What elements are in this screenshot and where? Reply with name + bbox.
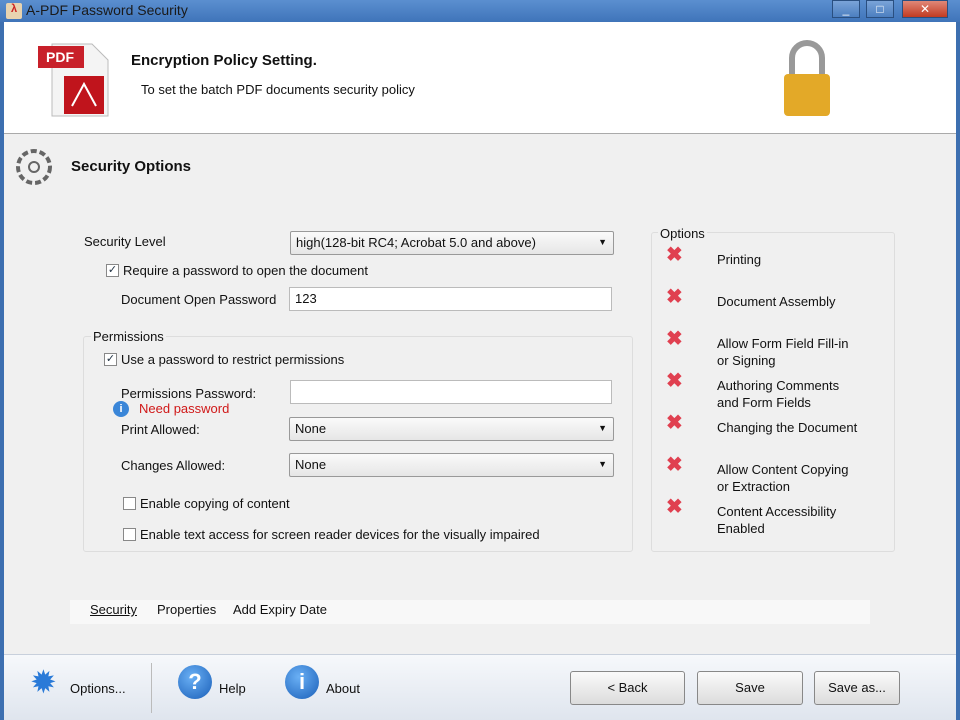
permissions-password-input[interactable] xyxy=(290,380,612,404)
open-password-input[interactable]: 123 xyxy=(289,287,612,311)
permissions-password-label: Permissions Password: xyxy=(121,386,257,401)
header-title: Encryption Policy Setting. xyxy=(131,52,317,69)
back-button[interactable]: < Back xyxy=(570,671,685,705)
save-button[interactable]: Save xyxy=(697,671,803,705)
section-title: Security Options xyxy=(71,158,192,175)
tab-bar: Security Properties Add Expiry Date xyxy=(70,600,870,624)
option-item: Authoring Comments and Form Fields xyxy=(717,377,839,411)
enable-screen-reader-label: Enable text access for screen reader dev… xyxy=(140,527,540,542)
option-item: Printing xyxy=(717,251,761,268)
changes-allowed-label: Changes Allowed: xyxy=(121,458,226,473)
denied-x-icon: ✖ xyxy=(666,370,683,392)
help-icon[interactable]: ? xyxy=(178,665,212,699)
denied-x-icon: ✖ xyxy=(666,412,683,434)
password-error: Need password xyxy=(139,401,230,416)
denied-x-icon: ✖ xyxy=(666,454,683,476)
denied-x-icon: ✖ xyxy=(666,286,683,308)
window-title: A-PDF Password Security xyxy=(26,2,188,18)
enable-copying-label: Enable copying of content xyxy=(140,496,290,511)
security-level-select[interactable]: high(128-bit RC4; Acrobat 5.0 and above) xyxy=(290,231,614,255)
denied-x-icon: ✖ xyxy=(666,244,683,266)
option-item-line1: Allow Content Copying xyxy=(717,462,849,477)
use-permissions-password-label: Use a password to restrict permissions xyxy=(121,352,345,367)
tab-add-expiry-date[interactable]: Add Expiry Date xyxy=(233,602,327,617)
pdf-icon: PDF xyxy=(38,43,109,117)
print-allowed-select[interactable]: None xyxy=(289,417,614,441)
option-item: Content Accessibility Enabled xyxy=(717,503,836,537)
options-button[interactable]: Options... xyxy=(70,681,126,696)
svg-text:PDF: PDF xyxy=(46,49,74,65)
toolbar-divider xyxy=(151,663,152,713)
close-button[interactable]: ✕ xyxy=(902,0,948,18)
denied-x-icon: ✖ xyxy=(666,496,683,518)
enable-screen-reader-checkbox[interactable] xyxy=(123,528,136,541)
title-bar: λ A-PDF Password Security _ □ ✕ xyxy=(0,0,960,22)
info-icon: i xyxy=(113,401,129,417)
option-item-line2: or Signing xyxy=(717,353,776,368)
enable-copying-checkbox[interactable] xyxy=(123,497,136,510)
option-item: Allow Content Copying or Extraction xyxy=(717,461,849,495)
security-level-label: Security Level xyxy=(84,234,166,249)
option-item-line1: Changing the Document xyxy=(717,420,858,435)
permissions-group-title: Permissions xyxy=(91,329,166,344)
permissions-group xyxy=(83,336,633,552)
option-item-line1: Printing xyxy=(717,252,762,267)
option-item-line1: Authoring Comments xyxy=(717,378,840,393)
main-window: PDF Encryption Policy Setting. To set th… xyxy=(4,22,956,720)
gear-icon xyxy=(16,149,52,185)
lock-icon xyxy=(784,40,830,116)
save-as-button[interactable]: Save as... xyxy=(814,671,900,705)
use-permissions-password-checkbox[interactable]: ✓ xyxy=(104,353,117,366)
option-item: Changing the Document xyxy=(717,419,857,436)
bottom-toolbar: ✹ Options... ? Help i About < Back Save … xyxy=(4,654,956,720)
require-open-password-label: Require a password to open the document xyxy=(123,263,368,278)
tab-properties[interactable]: Properties xyxy=(157,602,216,617)
options-gear-icon[interactable]: ✹ xyxy=(30,665,57,699)
about-icon[interactable]: i xyxy=(285,665,319,699)
print-allowed-label: Print Allowed: xyxy=(121,422,200,437)
option-item: Allow Form Field Fill-in or Signing xyxy=(717,335,848,369)
app-icon: λ xyxy=(6,3,22,19)
tab-security[interactable]: Security xyxy=(90,602,137,617)
minimize-button[interactable]: _ xyxy=(832,0,860,18)
header: PDF Encryption Policy Setting. To set th… xyxy=(4,22,956,134)
changes-allowed-select[interactable]: None xyxy=(289,453,614,477)
option-item-line2: and Form Fields xyxy=(717,395,811,410)
option-item-line2: Enabled xyxy=(717,521,765,536)
about-button[interactable]: About xyxy=(326,681,360,696)
require-open-password-checkbox[interactable]: ✓ xyxy=(106,264,119,277)
maximize-button[interactable]: □ xyxy=(866,0,894,18)
option-item-line1: Allow Form Field Fill-in xyxy=(717,336,849,351)
denied-x-icon: ✖ xyxy=(666,328,683,350)
option-item: Document Assembly xyxy=(717,293,836,310)
help-button[interactable]: Help xyxy=(219,681,246,696)
option-item-line1: Content Accessibility xyxy=(717,504,837,519)
header-subtitle: To set the batch PDF documents security … xyxy=(141,82,415,97)
option-item-line1: Document Assembly xyxy=(717,294,836,309)
open-password-label: Document Open Password xyxy=(121,292,277,307)
option-item-line2: or Extraction xyxy=(717,479,790,494)
options-group-title: Options xyxy=(658,226,707,241)
